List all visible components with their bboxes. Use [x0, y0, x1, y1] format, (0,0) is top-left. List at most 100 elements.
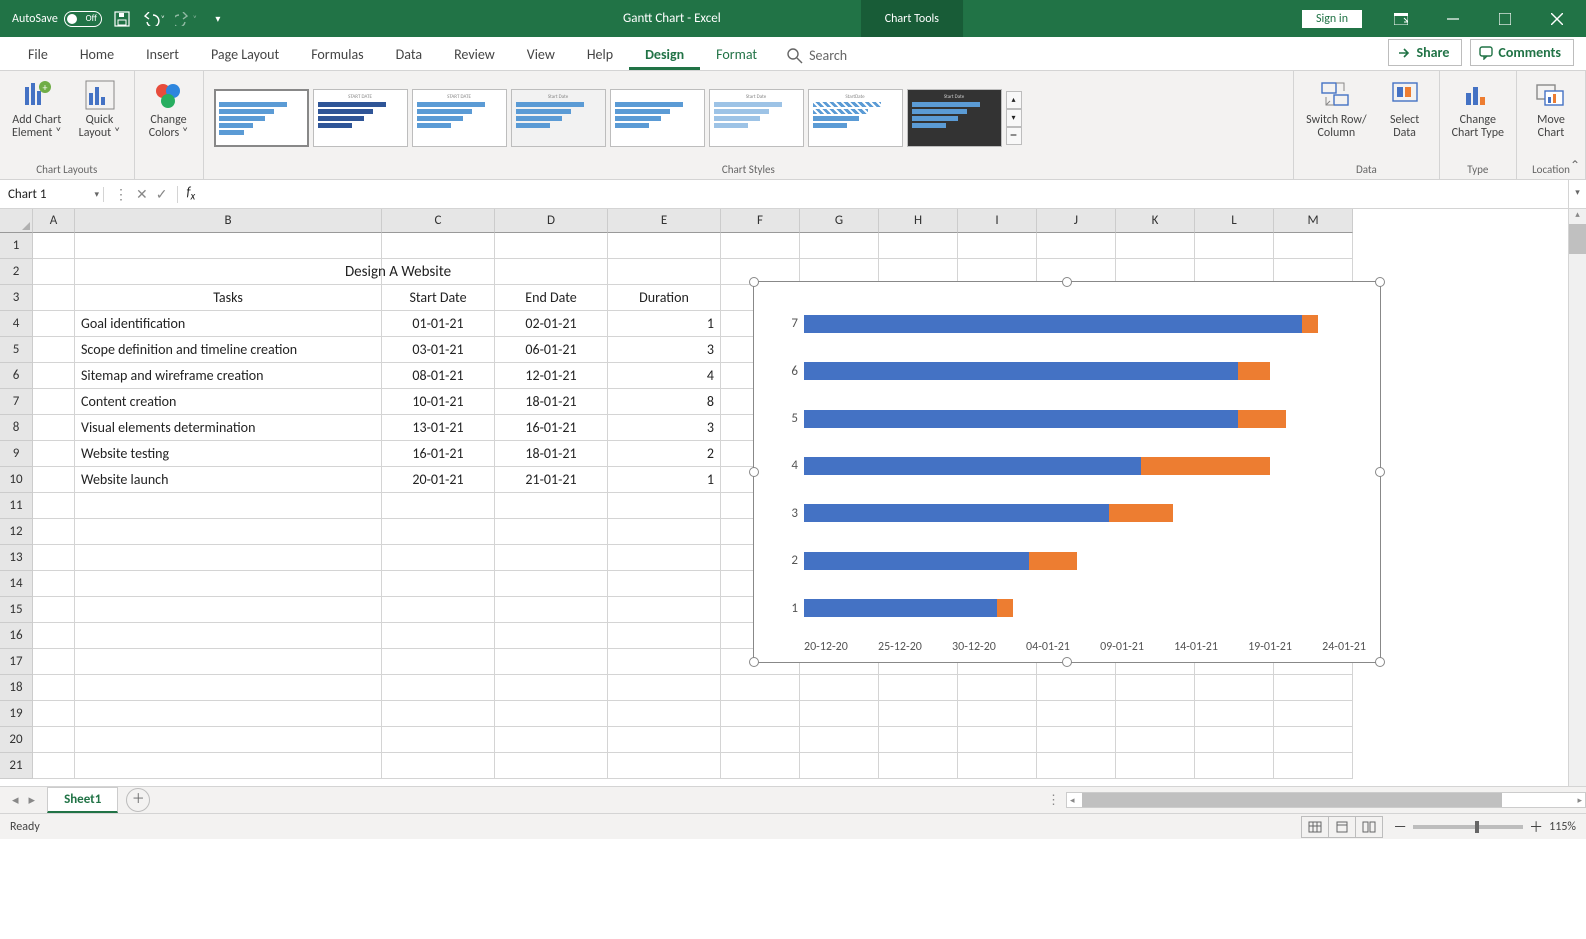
cell[interactable]	[879, 233, 958, 259]
row-header[interactable]: 4	[0, 311, 33, 337]
cell[interactable]	[33, 727, 75, 753]
cell[interactable]	[879, 701, 958, 727]
cell[interactable]	[721, 701, 800, 727]
select-all-corner[interactable]	[0, 209, 33, 233]
save-icon[interactable]	[110, 7, 134, 31]
chart-bar-series2[interactable]	[1238, 362, 1270, 380]
cell[interactable]: Duration	[608, 285, 721, 311]
cell[interactable]: 08-01-21	[382, 363, 495, 389]
cell[interactable]	[1037, 233, 1116, 259]
cell[interactable]: Tasks	[75, 285, 382, 311]
zoom-in-button[interactable]: ＋	[1529, 817, 1543, 837]
page-break-view-icon[interactable]	[1355, 816, 1383, 838]
chart-plot-area[interactable]: 7654321	[804, 300, 1366, 632]
tab-file[interactable]: File	[12, 38, 64, 70]
vertical-scrollbar[interactable]: ▴	[1568, 209, 1586, 786]
cell[interactable]	[495, 727, 608, 753]
tab-review[interactable]: Review	[438, 38, 511, 70]
chart-bar-series1[interactable]	[804, 504, 1109, 522]
column-header[interactable]: A	[33, 209, 75, 233]
undo-icon[interactable]: ˅	[142, 7, 166, 31]
cell[interactable]	[1116, 233, 1195, 259]
cell[interactable]	[1037, 675, 1116, 701]
cell[interactable]	[800, 675, 879, 701]
cell[interactable]	[382, 571, 495, 597]
cell[interactable]	[33, 493, 75, 519]
row-header[interactable]: 10	[0, 467, 33, 493]
column-header[interactable]: J	[1037, 209, 1116, 233]
scrollbar-thumb[interactable]	[1569, 224, 1586, 254]
cell[interactable]	[1274, 233, 1353, 259]
tab-help[interactable]: Help	[571, 38, 629, 70]
cell[interactable]: 2	[608, 441, 721, 467]
cell[interactable]	[75, 727, 382, 753]
cell[interactable]: 20-01-21	[382, 467, 495, 493]
chart-bar-series1[interactable]	[804, 599, 997, 617]
chart-styles-more-icon[interactable]: ＝	[1006, 127, 1022, 145]
row-header[interactable]: 15	[0, 597, 33, 623]
cell[interactable]	[958, 701, 1037, 727]
cell[interactable]	[721, 675, 800, 701]
cell[interactable]	[1195, 675, 1274, 701]
column-header[interactable]: M	[1274, 209, 1353, 233]
column-header[interactable]: G	[800, 209, 879, 233]
cell[interactable]: 10-01-21	[382, 389, 495, 415]
zoom-out-button[interactable]: －	[1393, 817, 1407, 837]
cell[interactable]	[33, 285, 75, 311]
row-header[interactable]: 21	[0, 753, 33, 779]
share-button[interactable]: Share	[1388, 39, 1462, 66]
cell[interactable]	[958, 233, 1037, 259]
tab-data[interactable]: Data	[380, 38, 438, 70]
horizontal-scrollbar[interactable]: ◂ ▸	[1066, 792, 1586, 808]
chart-bar-series2[interactable]	[1302, 315, 1318, 333]
chart-style-3[interactable]: START DATE	[412, 89, 507, 147]
cell[interactable]	[382, 519, 495, 545]
cell[interactable]	[75, 545, 382, 571]
column-header[interactable]: D	[495, 209, 608, 233]
cell[interactable]	[33, 649, 75, 675]
cell[interactable]: Start Date	[382, 285, 495, 311]
cell[interactable]	[608, 623, 721, 649]
cell[interactable]	[33, 363, 75, 389]
chart-style-7[interactable]: StartDate	[808, 89, 903, 147]
cell[interactable]	[382, 597, 495, 623]
cell[interactable]	[608, 571, 721, 597]
cell[interactable]: 16-01-21	[495, 415, 608, 441]
cell[interactable]	[33, 597, 75, 623]
cell[interactable]	[495, 623, 608, 649]
cell[interactable]	[75, 675, 382, 701]
row-header[interactable]: 12	[0, 519, 33, 545]
column-header[interactable]: K	[1116, 209, 1195, 233]
cell[interactable]: Website testing	[75, 441, 382, 467]
tell-me-search[interactable]: Search	[773, 41, 861, 70]
cell[interactable]	[1116, 753, 1195, 779]
cell[interactable]: 3	[608, 337, 721, 363]
cell[interactable]	[33, 623, 75, 649]
cell[interactable]	[1195, 701, 1274, 727]
cell[interactable]	[1274, 753, 1353, 779]
row-header[interactable]: 14	[0, 571, 33, 597]
cell[interactable]	[495, 675, 608, 701]
close-icon[interactable]	[1532, 0, 1582, 37]
cell[interactable]	[33, 675, 75, 701]
row-header[interactable]: 6	[0, 363, 33, 389]
chart-bar-series2[interactable]	[997, 599, 1013, 617]
quick-layout-button[interactable]: Quick Layout ˅	[72, 75, 128, 144]
switch-row-column-button[interactable]: Switch Row/ Column	[1300, 75, 1372, 144]
new-sheet-button[interactable]: ＋	[126, 788, 150, 812]
cell[interactable]	[382, 623, 495, 649]
cell[interactable]	[75, 597, 382, 623]
cell[interactable]: 21-01-21	[495, 467, 608, 493]
chart-styles-down-icon[interactable]: ▾	[1006, 109, 1022, 127]
row-header[interactable]: 2	[0, 259, 33, 285]
chart-bar-series1[interactable]	[804, 410, 1238, 428]
enter-formula-icon[interactable]: ✓	[156, 186, 168, 203]
cell[interactable]: 02-01-21	[495, 311, 608, 337]
row-header[interactable]: 1	[0, 233, 33, 259]
chart-styles-scroll[interactable]: ▴▾＝	[1006, 91, 1022, 145]
cell[interactable]	[721, 753, 800, 779]
cell[interactable]	[75, 493, 382, 519]
normal-view-icon[interactable]	[1301, 816, 1329, 838]
cell[interactable]: Content creation	[75, 389, 382, 415]
cell[interactable]	[608, 675, 721, 701]
